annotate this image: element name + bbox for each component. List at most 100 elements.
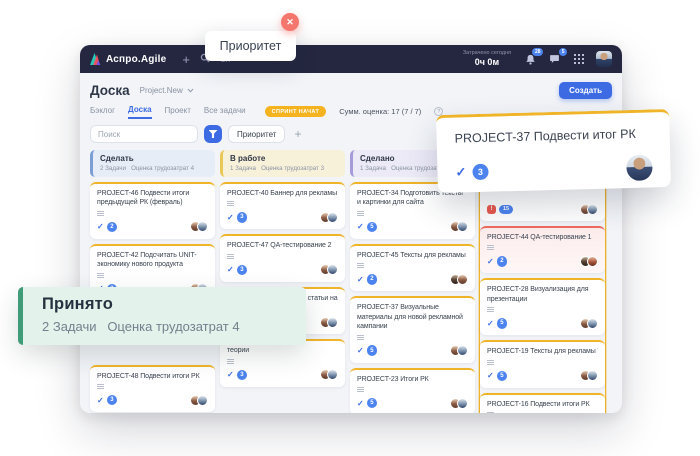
description-icon (227, 201, 234, 206)
kanban-column: Сделать2 Задачи Оценка трудозатрат 4 PROJ… (90, 150, 215, 412)
check-icon: ✓ (97, 396, 104, 405)
description-icon (357, 387, 364, 392)
tab-бэклог[interactable]: Бэклог (90, 106, 115, 118)
search-input[interactable] (90, 125, 198, 143)
assignee-avatar (327, 317, 338, 328)
task-card-footer: ✓5 (357, 397, 468, 409)
task-card[interactable]: PROJECT-40 Баннер для рекламы VK✓3 (220, 182, 345, 229)
task-card[interactable]: PROJECT-23 Итоги РК ✓5 (350, 368, 475, 413)
column-title: В работе (230, 154, 338, 163)
project-selector[interactable]: Project.New (140, 86, 194, 95)
time-tracker-value: 0ч 0м (463, 57, 511, 68)
close-icon: ✕ (286, 17, 294, 28)
task-card-title: PROJECT-19 Тексты для рекламы VK (487, 347, 598, 356)
column-subtitle: 2 Задачи Оценка трудозатрат 4 (100, 165, 208, 172)
task-card-footer: ✓3 (227, 211, 338, 223)
task-card-indicators: ✓5 (357, 398, 377, 409)
assignee-avatars (450, 345, 468, 356)
task-card[interactable]: PROJECT-45 Тексты для рекламы в VK ✓2 (350, 244, 475, 291)
task-card-indicators: ✓5 (357, 222, 377, 233)
estimate-badge: 3 (107, 395, 118, 406)
task-card-footer: ✓5 (357, 221, 468, 233)
task-card[interactable]: PROJECT-46 Подвести итоги предыдущей РК … (90, 182, 215, 239)
task-card-indicators: ✓3 (97, 395, 117, 406)
task-card-footer: ✓2 (357, 273, 468, 285)
sprint-status-badge: СПРИНТ НАЧАТ (265, 106, 327, 117)
tab-доска[interactable]: Доска (128, 105, 151, 119)
task-card-footer: ✓2 (97, 221, 208, 233)
app-logo-icon (90, 53, 101, 65)
estimate-badge: 5 (367, 222, 378, 233)
task-card[interactable]: PROJECT-44 QA-тестирование 1✓2 (480, 226, 605, 273)
overdue-badge: 15 (499, 205, 513, 214)
description-icon (487, 307, 494, 312)
app-window: Аспро.Agile + Сп Затрачено сегодня 0ч 0м… (80, 45, 622, 413)
apps-grid-button[interactable] (572, 53, 585, 66)
task-card-title: теории (227, 346, 338, 355)
description-icon (357, 335, 364, 340)
notifications-button[interactable]: 28 (524, 53, 537, 66)
check-icon: ✓ (357, 222, 364, 231)
assignee-avatar (587, 318, 598, 329)
task-card-footer: ✓5 (357, 345, 468, 357)
task-card-footer: ✓2 (487, 255, 598, 267)
accepted-callout-title: Принято (42, 295, 306, 314)
assignee-avatars (320, 212, 338, 223)
estimate-badge: 5 (497, 318, 508, 329)
task-card-indicators: ✓3 (227, 212, 247, 223)
assignee-avatars (190, 221, 208, 232)
score-summary: Сумм. оценка: 17 (7 / 7) (339, 107, 421, 116)
assignee-avatars (450, 221, 468, 232)
task-card[interactable]: теории✓3 (220, 339, 345, 386)
task-card-footer: ✓3 (97, 394, 208, 406)
assignee-avatars (580, 318, 598, 329)
filter-button[interactable] (204, 125, 222, 143)
priority-tooltip: Приоритет (205, 31, 296, 61)
tooltip-close-button[interactable]: ✕ (281, 13, 299, 31)
task-card-footer: ✓5 (487, 370, 598, 382)
estimate-badge: 2 (107, 222, 118, 233)
user-avatar[interactable] (596, 51, 612, 67)
task-card-title: PROJECT-23 Итоги РК (357, 375, 468, 384)
check-icon: ✓ (487, 319, 494, 328)
task-card[interactable]: PROJECT-48 Подвести итоги РК✓3 (90, 365, 215, 412)
task-card[interactable]: PROJECT-16 Подвести итоги РК✓5 (480, 393, 605, 413)
task-card-title: PROJECT-37 Визуальные материалы для ново… (357, 303, 468, 331)
messages-button[interactable]: 5 (548, 53, 561, 66)
app-logo[interactable]: Аспро.Agile (90, 53, 166, 65)
task-card-title: PROJECT-46 Подвести итоги предыдущей РК … (97, 189, 208, 208)
check-icon: ✓ (357, 399, 364, 408)
task-card-title: PROJECT-45 Тексты для рекламы в VK (357, 251, 468, 260)
tab-проект[interactable]: Проект (165, 106, 191, 118)
description-icon (227, 359, 234, 364)
task-card-indicators: ✓5 (487, 371, 507, 382)
task-card[interactable]: PROJECT-19 Тексты для рекламы VK ✓5 (480, 340, 605, 387)
accepted-column-callout: Принято 2 Задачи Оценка трудозатрат 4 (18, 287, 306, 345)
assignee-avatar (587, 204, 598, 215)
assignee-avatars (320, 369, 338, 380)
drag-preview-card[interactable]: PROJECT-37 Подвести итог РК ✓ 3 (436, 109, 671, 193)
add-filter-button[interactable]: + (291, 127, 304, 141)
task-card-indicators: ✓5 (357, 345, 377, 356)
check-icon: ✓ (487, 257, 494, 266)
assignee-avatar (587, 256, 598, 267)
description-icon (357, 263, 364, 268)
estimate-badge: 5 (367, 345, 378, 356)
description-icon (97, 384, 104, 389)
assignee-avatars (450, 274, 468, 285)
priority-filter-chip[interactable]: Приоритет (228, 125, 285, 143)
app-name: Аспро.Agile (106, 54, 166, 65)
task-card[interactable]: PROJECT-28 Визуализация для презентации✓… (480, 278, 605, 335)
description-icon (487, 412, 494, 413)
add-icon[interactable]: + (182, 53, 190, 66)
check-icon: ✓ (487, 371, 494, 380)
column-header[interactable]: В работе1 Задача Оценка трудозатрат 3 (220, 150, 345, 177)
task-card[interactable]: PROJECT-47 QA-тестирование 2✓3 (220, 234, 345, 281)
estimate-badge: 3 (472, 164, 488, 180)
tab-все-задачи[interactable]: Все задачи (204, 106, 246, 118)
column-header[interactable]: Сделать2 Задачи Оценка трудозатрат 4 (90, 150, 215, 177)
task-card[interactable]: PROJECT-37 Визуальные материалы для ново… (350, 296, 475, 362)
create-button[interactable]: Создать (559, 82, 612, 99)
task-card-indicators: !15 (487, 205, 513, 214)
assignee-avatar (327, 212, 338, 223)
